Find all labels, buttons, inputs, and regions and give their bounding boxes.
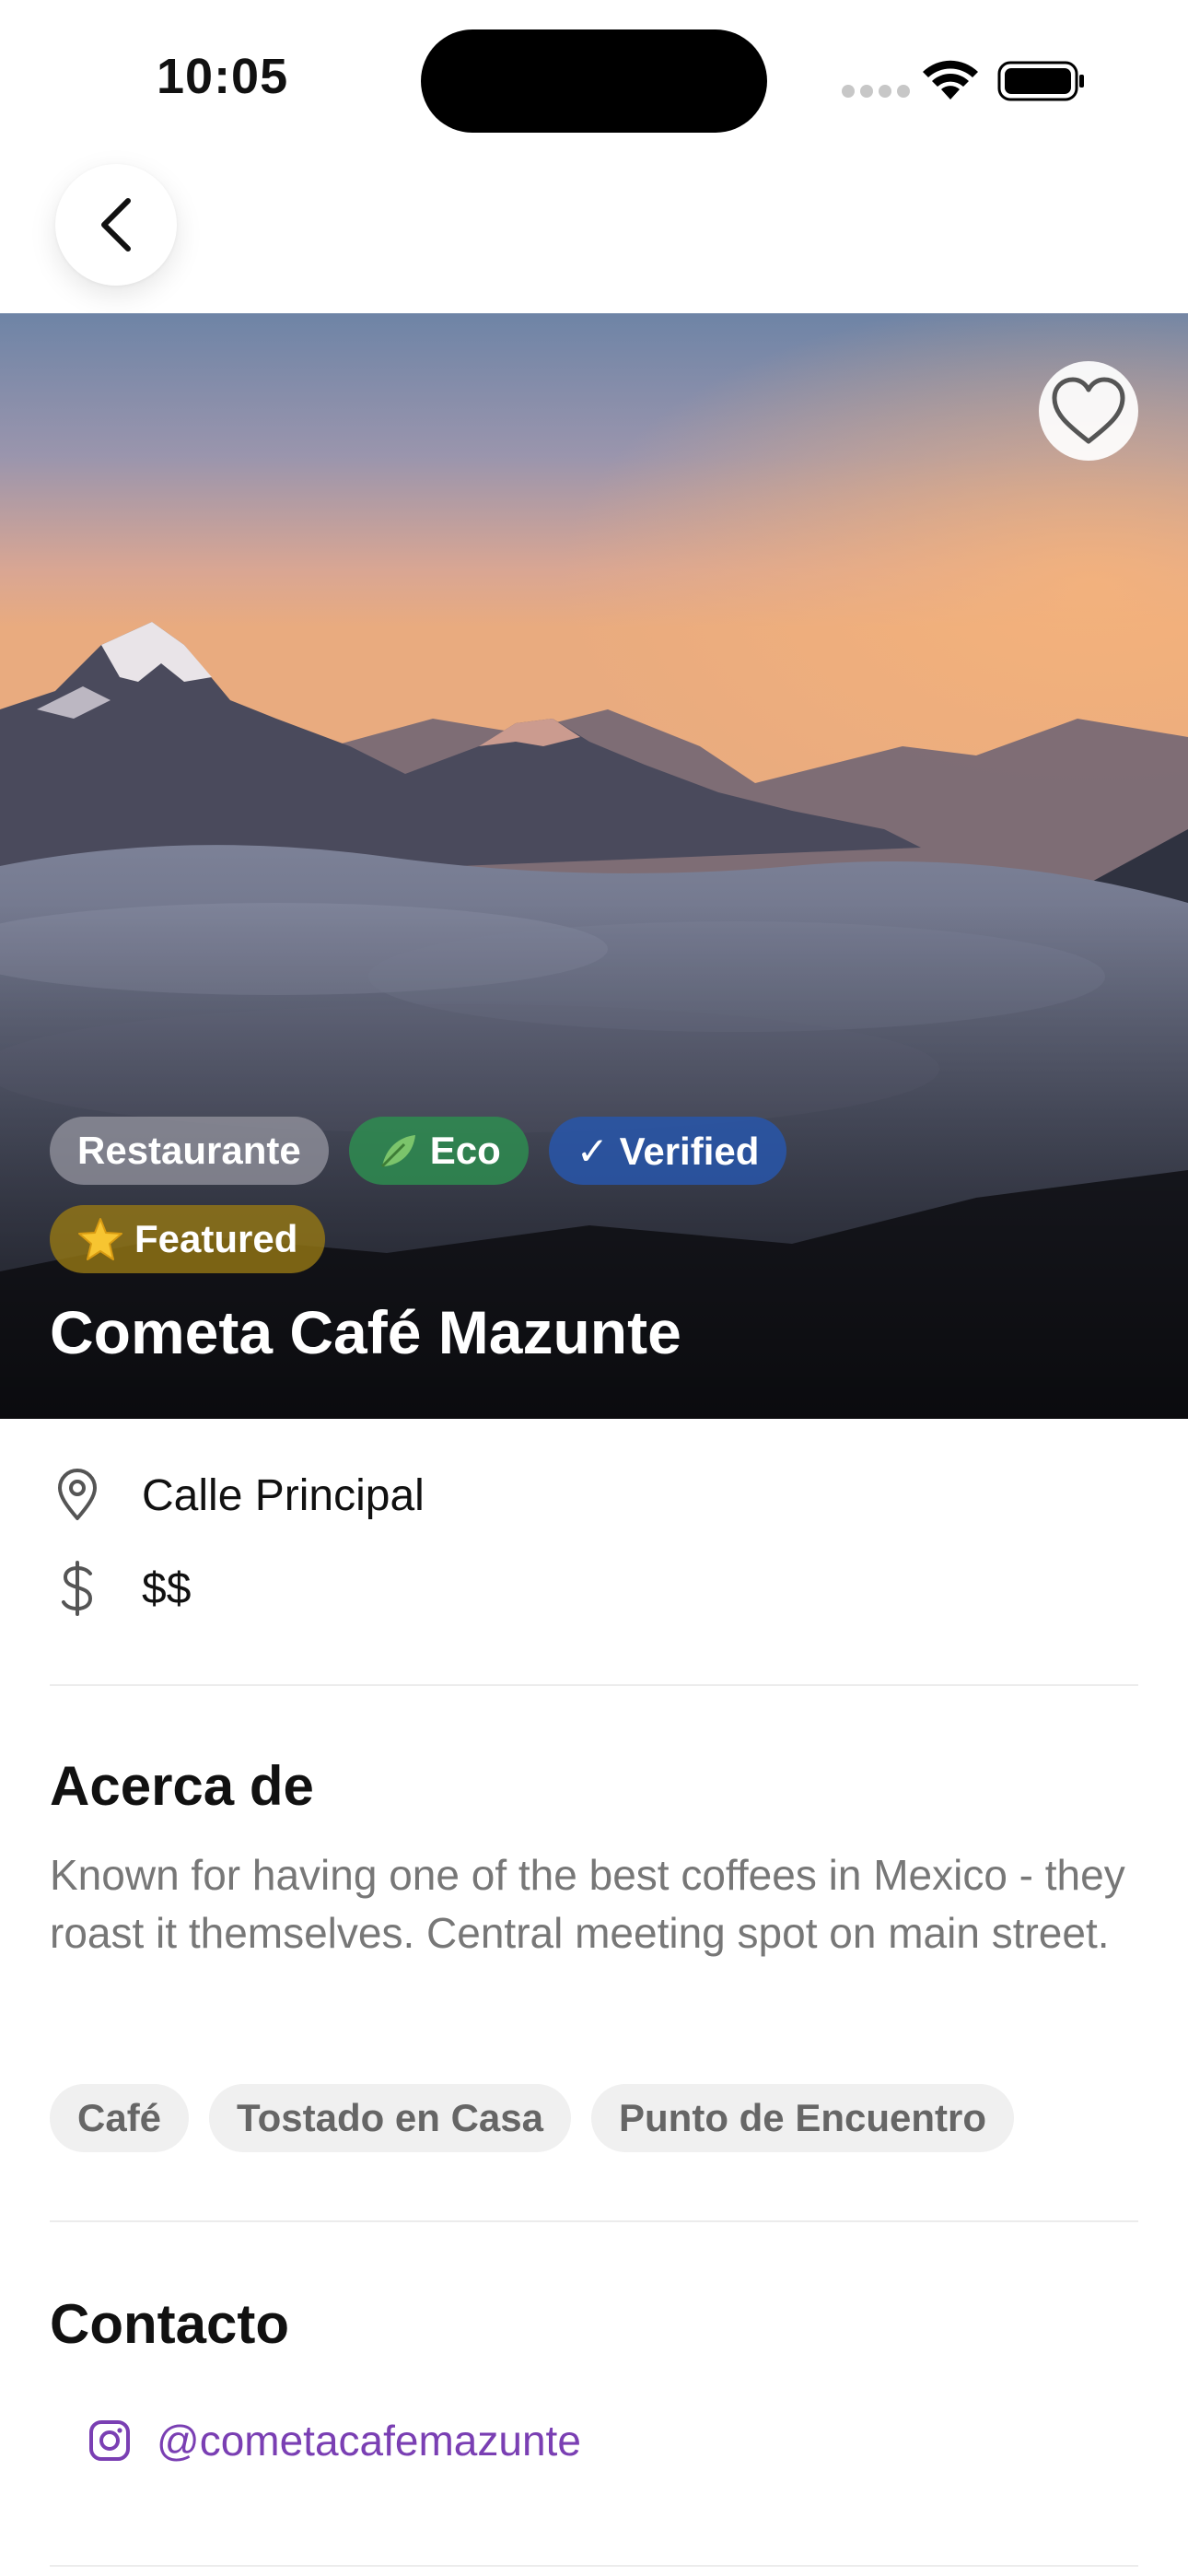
featured-badge: Featured: [50, 1205, 326, 1273]
chevron-left-icon: [101, 198, 131, 252]
instagram-handle[interactable]: @cometacafemazunte: [157, 2416, 581, 2465]
hero-image: Restaurante Eco ✓ Verified Featured Come…: [0, 313, 1188, 1419]
cellular-signal-icon: [842, 85, 915, 102]
place-title: Cometa Café Mazunte: [50, 1298, 681, 1366]
eco-badge: Eco: [348, 1117, 529, 1185]
divider: [50, 2220, 1138, 2222]
status-time: 10:05: [157, 49, 289, 104]
battery-icon: [997, 61, 1084, 101]
tag-chip: Tostado en Casa: [209, 2084, 572, 2152]
tag-chip: Punto de Encuentro: [591, 2084, 1015, 2152]
verified-badge: ✓ Verified: [548, 1117, 787, 1185]
badge-row: Restaurante Eco ✓ Verified: [50, 1117, 787, 1185]
dollar-icon: [62, 1561, 93, 1616]
instagram-link[interactable]: @cometacafemazunte: [88, 2416, 581, 2465]
category-badge-label: Restaurante: [77, 1129, 301, 1172]
about-description: Known for having one of the best coffees…: [50, 1851, 1125, 1957]
back-button[interactable]: [55, 164, 177, 286]
status-bar: 10:05: [0, 0, 1188, 147]
tag-chip: Café: [50, 2084, 190, 2152]
leaf-icon: [380, 1135, 415, 1168]
favorite-button[interactable]: [1039, 361, 1138, 461]
category-badge: Restaurante: [50, 1117, 329, 1185]
contact-title: Contacto: [50, 2293, 289, 2355]
address-text: Calle Principal: [142, 1470, 425, 1520]
address-row[interactable]: Calle Principal: [50, 1469, 425, 1522]
about-title: Acerca de: [50, 1755, 314, 1817]
wifi-icon: [923, 60, 978, 100]
divider: [50, 2565, 1138, 2567]
verified-badge-label: ✓ Verified: [576, 1129, 760, 1173]
instagram-icon: [89, 2420, 130, 2461]
badge-row-2: Featured: [50, 1205, 326, 1273]
price-level: $$: [142, 1563, 192, 1613]
star-icon: [78, 1218, 122, 1260]
tag-list: Café Tostado en Casa Punto de Encuentro: [50, 2084, 1015, 2152]
price-row: $$: [50, 1559, 191, 1618]
map-pin-icon: [58, 1469, 97, 1520]
divider: [50, 1684, 1138, 1686]
dynamic-island: [421, 29, 767, 133]
heart-icon: [1052, 377, 1125, 444]
eco-badge-label: Eco: [429, 1129, 501, 1172]
featured-badge-label: Featured: [134, 1217, 298, 1260]
